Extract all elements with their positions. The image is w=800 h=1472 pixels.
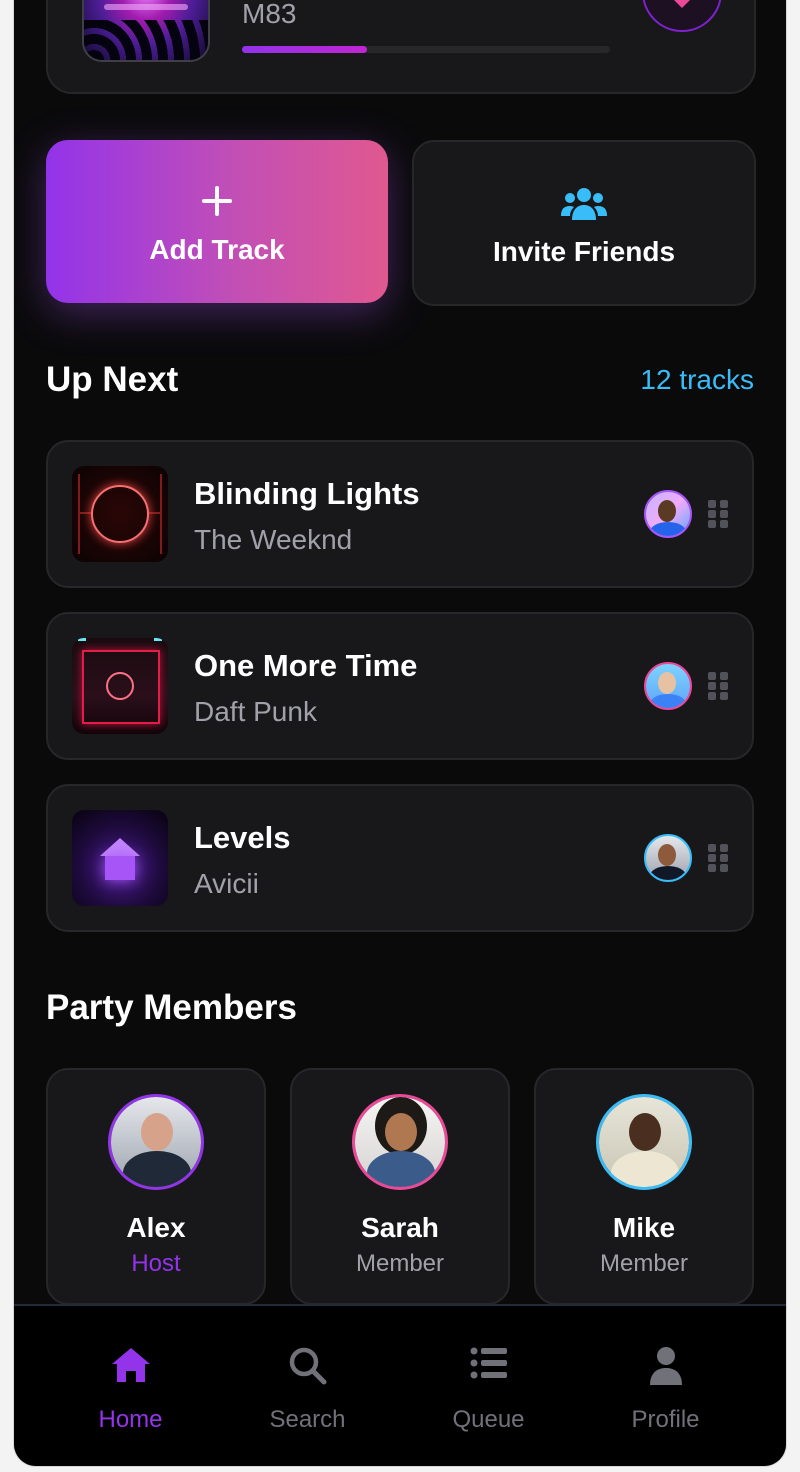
nav-queue[interactable]: Queue <box>392 1306 585 1466</box>
queue-track[interactable]: Blinding Lights The Weeknd <box>46 440 754 588</box>
up-next-track-count[interactable]: 12 tracks <box>640 364 754 396</box>
member-name: Mike <box>612 1212 676 1243</box>
playback-progress-bar[interactable] <box>242 46 610 53</box>
plus-icon <box>202 186 232 216</box>
nav-search[interactable]: Search <box>211 1306 404 1466</box>
track-artist: Daft Punk <box>194 696 317 727</box>
track-title: Levels <box>194 820 291 855</box>
drag-handle-icon[interactable] <box>708 500 728 528</box>
now-playing-artwork <box>82 0 210 62</box>
track-cover-art <box>72 638 168 734</box>
queue-track[interactable]: Levels Avicii <box>46 784 754 932</box>
playback-progress-fill <box>242 46 368 53</box>
member-card[interactable]: Alex Host <box>46 1068 266 1305</box>
queue-track[interactable]: One More Time Daft Punk <box>46 612 754 760</box>
users-icon <box>561 188 607 220</box>
member-name: Alex <box>126 1212 186 1243</box>
avatar <box>352 1094 448 1190</box>
member-card[interactable]: Sarah Member <box>290 1068 510 1305</box>
invite-friends-label: Invite Friends <box>492 236 676 267</box>
like-button[interactable] <box>642 0 722 32</box>
member-role: Member <box>355 1250 445 1277</box>
nav-profile[interactable]: Profile <box>569 1306 762 1466</box>
search-icon <box>289 1347 326 1385</box>
added-by-avatar <box>644 490 692 538</box>
app-screen: M83 Add Track Invite Friends Up Next 12 … <box>14 0 786 1466</box>
member-role: Host <box>131 1250 181 1277</box>
heart-icon <box>674 0 690 8</box>
drag-handle-icon[interactable] <box>708 672 728 700</box>
member-card[interactable]: Mike Member <box>534 1068 754 1305</box>
nav-label: Profile <box>631 1406 700 1433</box>
nav-label: Search <box>269 1406 346 1433</box>
user-icon <box>649 1347 682 1385</box>
now-playing-artist: M83 <box>242 0 297 29</box>
home-icon <box>111 1348 150 1382</box>
track-cover-art <box>72 466 168 562</box>
avatar <box>108 1094 204 1190</box>
nav-home[interactable]: Home <box>34 1306 227 1466</box>
scroll-content[interactable]: M83 Add Track Invite Friends Up Next 12 … <box>14 0 786 1306</box>
track-title: Blinding Lights <box>194 476 420 511</box>
up-next-heading: Up Next <box>46 360 179 399</box>
member-role: Member <box>599 1250 689 1277</box>
track-artist: The Weeknd <box>194 524 353 555</box>
avatar <box>596 1094 692 1190</box>
now-playing-card[interactable]: M83 <box>46 0 756 94</box>
added-by-avatar <box>644 834 692 882</box>
added-by-avatar <box>644 662 692 710</box>
drag-handle-icon[interactable] <box>708 844 728 872</box>
add-track-label: Add Track <box>149 234 285 265</box>
nav-label: Home <box>98 1406 163 1433</box>
nav-label: Queue <box>452 1406 525 1433</box>
party-members-heading: Party Members <box>46 988 297 1027</box>
track-title: One More Time <box>194 648 418 683</box>
member-name: Sarah <box>361 1212 439 1243</box>
bottom-nav: Home Search Queue Profile <box>14 1304 786 1466</box>
add-track-button[interactable]: Add Track <box>46 140 388 303</box>
track-cover-art <box>72 810 168 906</box>
list-icon <box>470 1347 507 1379</box>
invite-friends-button[interactable]: Invite Friends <box>412 140 756 306</box>
track-artist: Avicii <box>194 868 259 899</box>
